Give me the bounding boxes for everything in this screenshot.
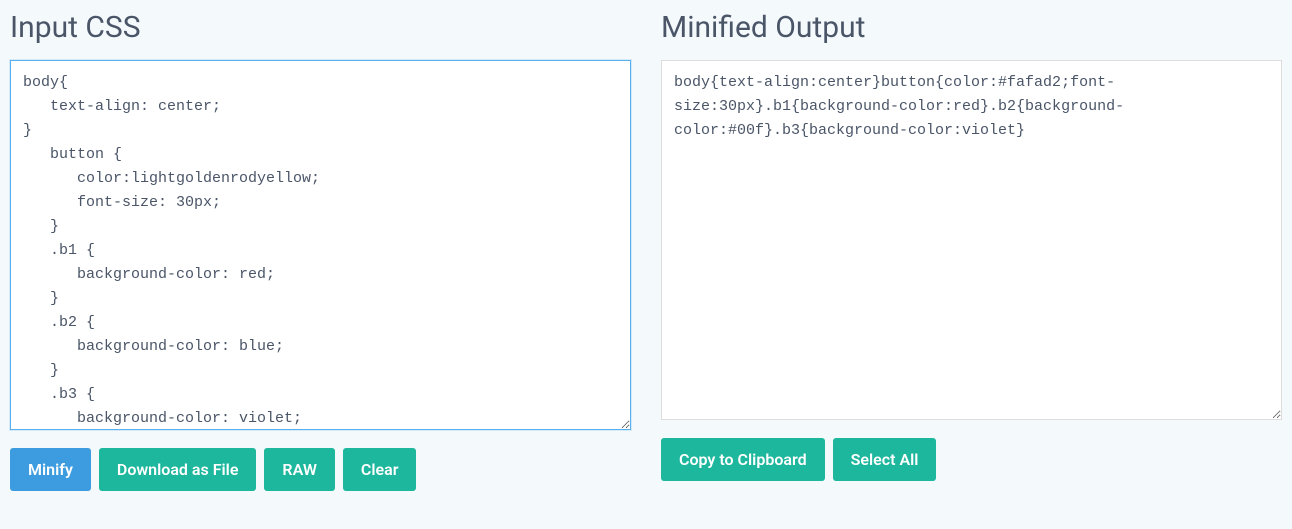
output-title: Minified Output	[661, 10, 1282, 45]
select-all-button[interactable]: Select All	[833, 438, 937, 481]
app-container: Input CSS body{ text-align: center; } bu…	[10, 10, 1282, 491]
input-button-row: Minify Download as File RAW Clear	[10, 448, 631, 491]
output-column: Minified Output body{text-align:center}b…	[661, 10, 1282, 491]
copy-to-clipboard-button[interactable]: Copy to Clipboard	[661, 438, 825, 481]
raw-button[interactable]: RAW	[264, 448, 334, 491]
output-button-row: Copy to Clipboard Select All	[661, 438, 1282, 481]
minify-button[interactable]: Minify	[10, 448, 91, 491]
minified-output-textarea[interactable]: body{text-align:center}button{color:#faf…	[661, 60, 1282, 420]
download-as-file-button[interactable]: Download as File	[99, 448, 257, 491]
clear-button[interactable]: Clear	[343, 448, 417, 491]
input-css-textarea[interactable]: body{ text-align: center; } button { col…	[10, 60, 631, 430]
input-column: Input CSS body{ text-align: center; } bu…	[10, 10, 631, 491]
input-title: Input CSS	[10, 10, 631, 45]
